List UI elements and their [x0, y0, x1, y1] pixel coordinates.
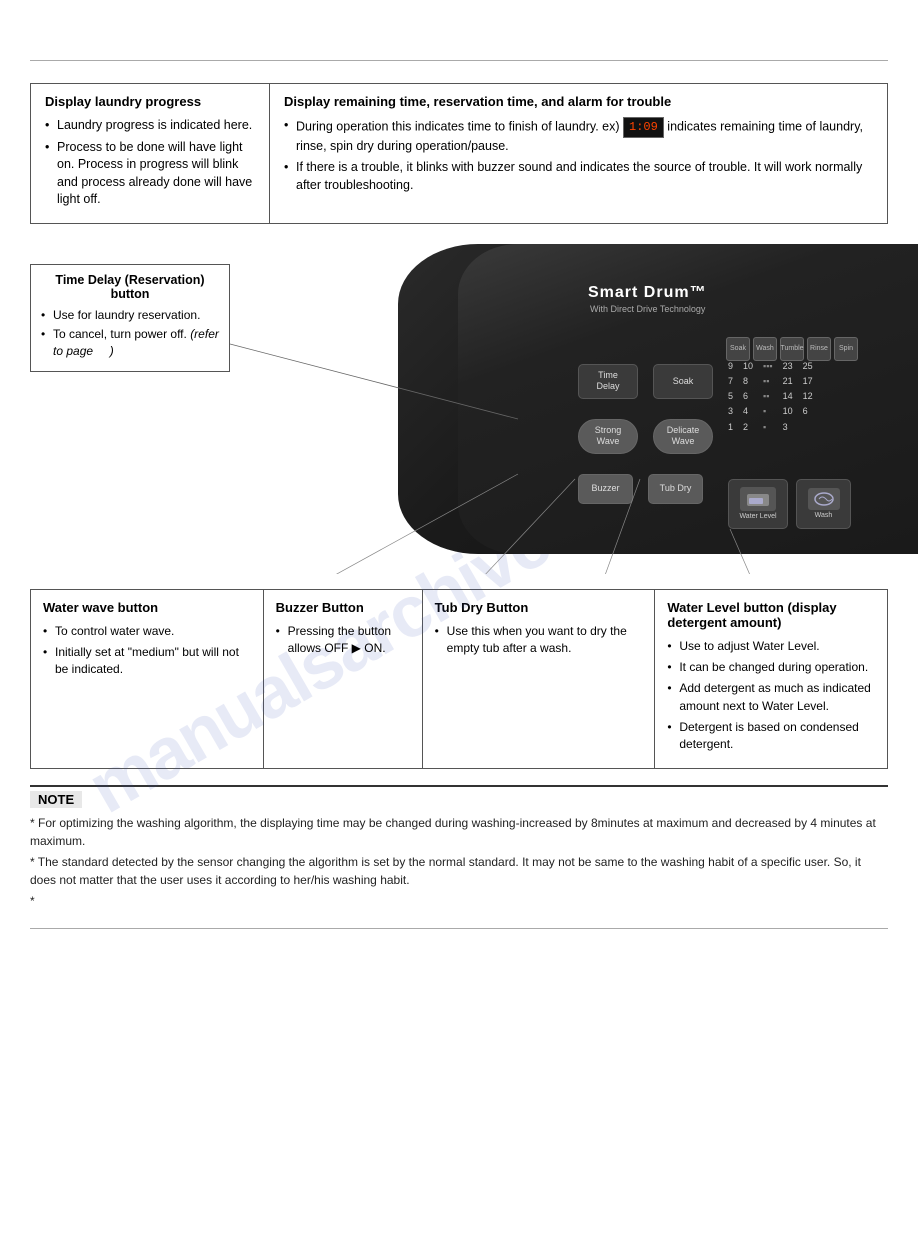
wash-button[interactable]: Wash [796, 479, 851, 529]
cycle-wash-label: Wash [756, 345, 774, 352]
time-delay-callout-list: Use for laundry reservation. To cancel, … [41, 307, 219, 360]
machine-diagram-section: manualsarchive.com Time Delay (Reservati… [0, 244, 918, 574]
num-col-2: 108642 [743, 359, 753, 435]
delicate-wave-label: DelicateWave [667, 425, 700, 447]
buzzer-box: Buzzer Button Pressing the button allows… [263, 589, 423, 769]
water-level-bullet-1: Use to adjust Water Level. [667, 638, 875, 655]
water-level-bullet-3: Add detergent as much as indicated amoun… [667, 680, 875, 715]
water-level-button[interactable]: Water Level [728, 479, 788, 529]
water-wave-box: Water wave button To control water wave.… [30, 589, 264, 769]
note-text: * For optimizing the washing algorithm, … [30, 814, 888, 910]
time-delay-label: TimeDelay [596, 370, 619, 392]
number-grid: 97531 108642 ▪▪▪▪▪▪▪▪▪ 232114103 2517126 [728, 359, 813, 435]
cycle-spin-icon: Spin [834, 337, 858, 361]
num-col-indicators: ▪▪▪▪▪▪▪▪▪ [763, 359, 773, 435]
cycle-rinse-icon: Rinse [807, 337, 831, 361]
buzzer-button[interactable]: Buzzer [578, 474, 633, 504]
water-level-bullet-4: Detergent is based on condensed detergen… [667, 719, 875, 754]
buzzer-list: Pressing the button allows OFF ▶ ON. [276, 623, 410, 658]
display-example: 1:09 [623, 117, 664, 138]
machine-panel-inner: Smart Drum™ With Direct Drive Technology… [458, 244, 918, 554]
display-progress-list: Laundry progress is indicated here. Proc… [45, 117, 255, 209]
num-col-4: 2517126 [803, 359, 813, 435]
water-level-bullet-2: It can be changed during operation. [667, 659, 875, 676]
num-col-1: 97531 [728, 359, 733, 435]
delicate-wave-button[interactable]: DelicateWave [653, 419, 713, 454]
cycle-tumble-label: Tumble [780, 345, 803, 352]
water-wave-bullet-2: Initially set at "medium" but will not b… [43, 644, 251, 679]
note-section: NOTE * For optimizing the washing algori… [30, 785, 888, 910]
buzzer-bullet-1: Pressing the button allows OFF ▶ ON. [276, 623, 410, 658]
time-delay-callout: Time Delay (Reservation) button Use for … [30, 264, 230, 372]
tub-dry-box: Tub Dry Button Use this when you want to… [422, 589, 656, 769]
cycle-tumble-icon: Tumble [780, 337, 804, 361]
bottom-horizontal-rule [30, 928, 888, 929]
time-delay-callout-title: Time Delay (Reservation) button [41, 273, 219, 301]
water-wave-list: To control water wave. Initially set at … [43, 623, 251, 679]
cycle-wash-icon: Wash [753, 337, 777, 361]
display-remaining-title: Display remaining time, reservation time… [284, 94, 873, 109]
display-progress-title: Display laundry progress [45, 94, 255, 109]
strong-wave-label: StrongWave [595, 425, 622, 447]
note-line-2: * The standard detected by the sensor ch… [30, 853, 888, 889]
note-line-1: * For optimizing the washing algorithm, … [30, 814, 888, 850]
strong-wave-button[interactable]: StrongWave [578, 419, 638, 454]
buzzer-title: Buzzer Button [276, 600, 410, 615]
cycle-spin-label: Spin [839, 345, 853, 352]
time-delay-button[interactable]: TimeDelay [578, 364, 638, 399]
display-progress-box: Display laundry progress Laundry progres… [30, 83, 270, 224]
tub-dry-bullet-1: Use this when you want to dry the empty … [435, 623, 643, 658]
note-label: NOTE [30, 791, 82, 808]
display-remaining-item-2: If there is a trouble, it blinks with bu… [284, 159, 873, 194]
soak-label: Soak [673, 376, 694, 387]
top-horizontal-rule [30, 60, 888, 61]
display-progress-item-1: Laundry progress is indicated here. [45, 117, 255, 135]
display-remaining-box: Display remaining time, reservation time… [269, 83, 888, 224]
water-level-icon [745, 490, 771, 508]
water-wave-title: Water wave button [43, 600, 251, 615]
cycle-soak-icon: Soak [726, 337, 750, 361]
tub-dry-title: Tub Dry Button [435, 600, 643, 615]
buzzer-label: Buzzer [591, 483, 619, 494]
water-level-box: Water Level button (display detergent am… [654, 589, 888, 769]
num-col-3: 232114103 [783, 359, 793, 435]
refer-to-page: (refer to page ) [53, 327, 219, 358]
brand-sub: With Direct Drive Technology [590, 304, 705, 314]
cycle-rinse-label: Rinse [810, 345, 828, 352]
soak-button[interactable]: Soak [653, 364, 713, 399]
water-wave-bullet-1: To control water wave. [43, 623, 251, 640]
water-level-list: Use to adjust Water Level. It can be cha… [667, 638, 875, 754]
time-delay-bullet-1: Use for laundry reservation. [41, 307, 219, 324]
tub-dry-label: Tub Dry [660, 483, 692, 494]
time-delay-bullet-2: To cancel, turn power off. (refer to pag… [41, 326, 219, 360]
wash-icon [812, 491, 836, 507]
wash-label: Wash [815, 512, 833, 519]
cycle-icons-row: Soak Wash Tumble Rinse Spin [726, 337, 858, 361]
display-remaining-list: During operation this indicates time to … [284, 117, 873, 194]
water-level-label: Water Level [739, 513, 776, 520]
top-info-section: Display laundry progress Laundry progres… [30, 83, 888, 224]
machine-panel: Smart Drum™ With Direct Drive Technology… [398, 244, 918, 554]
bottom-description-boxes: Water wave button To control water wave.… [30, 589, 888, 769]
note-line-3: * [30, 892, 888, 910]
water-level-box-title: Water Level button (display detergent am… [667, 600, 875, 630]
brand-name: Smart Drum™ [588, 284, 707, 302]
cycle-soak-label: Soak [730, 345, 746, 352]
tub-dry-button[interactable]: Tub Dry [648, 474, 703, 504]
tub-dry-list: Use this when you want to dry the empty … [435, 623, 643, 658]
display-progress-item-2: Process to be done will have light on. P… [45, 139, 255, 209]
display-remaining-item-1: During operation this indicates time to … [284, 117, 873, 155]
